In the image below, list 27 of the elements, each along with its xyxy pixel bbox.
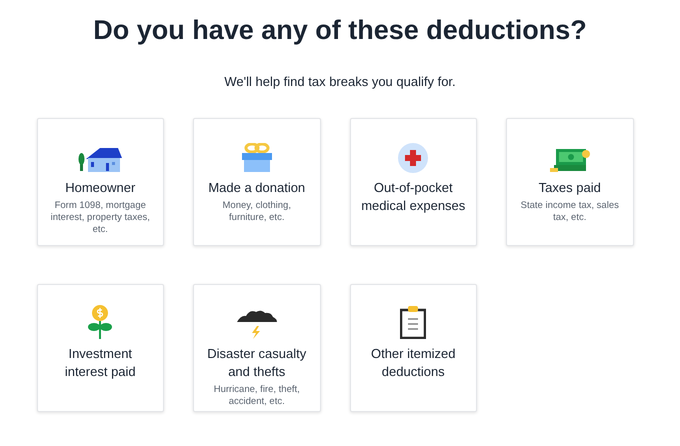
deduction-card[interactable]: Disaster casualty and thefts Hurricane, fire, theft, accident, etc. [193,284,320,412]
card-title: Investment interest paid [64,345,137,381]
card-title: Made a donation [208,179,306,197]
deduction-card[interactable]: Investment interest paid [36,284,164,412]
storm-cloud-icon [236,309,277,339]
house-icon [78,147,122,173]
deduction-card[interactable]: Homeowner Form 1098, mortgage interest, property taxes, etc. [36,118,164,246]
deduction-card[interactable]: Out-of-pocket medical expenses [350,118,477,246]
card-title: Other itemized deductions [370,345,457,381]
card-description: State income tax, sales tax, etc. [520,200,620,224]
card-description: Form 1098, mortgage interest, property taxes, etc. [50,200,151,236]
page-subheading: We'll help find tax breaks you qualify for. [224,72,456,91]
page-heading: Do you have any of these deductions? [93,14,587,47]
gift-icon [240,143,274,173]
deduction-card[interactable]: Made a donation Money, clothing, furniture, etc. [193,118,320,246]
medical-cross-icon [398,143,428,173]
card-description: Money, clothing, furniture, etc. [222,200,292,224]
card-title: Taxes paid [538,179,601,197]
cash-icon [550,147,590,173]
card-title: Homeowner [65,179,136,197]
card-description: Hurricane, fire, theft, accident, etc. [212,384,301,408]
deduction-card[interactable]: Other itemized deductions [350,284,477,412]
plant-coin-icon [88,305,112,339]
card-title: Disaster casualty and thefts [206,345,308,381]
card-title: Out-of-pocket medical expenses [360,179,466,215]
clipboard-icon [400,305,426,339]
deduction-card[interactable]: Taxes paid State income tax, sales tax, etc. [506,118,634,246]
